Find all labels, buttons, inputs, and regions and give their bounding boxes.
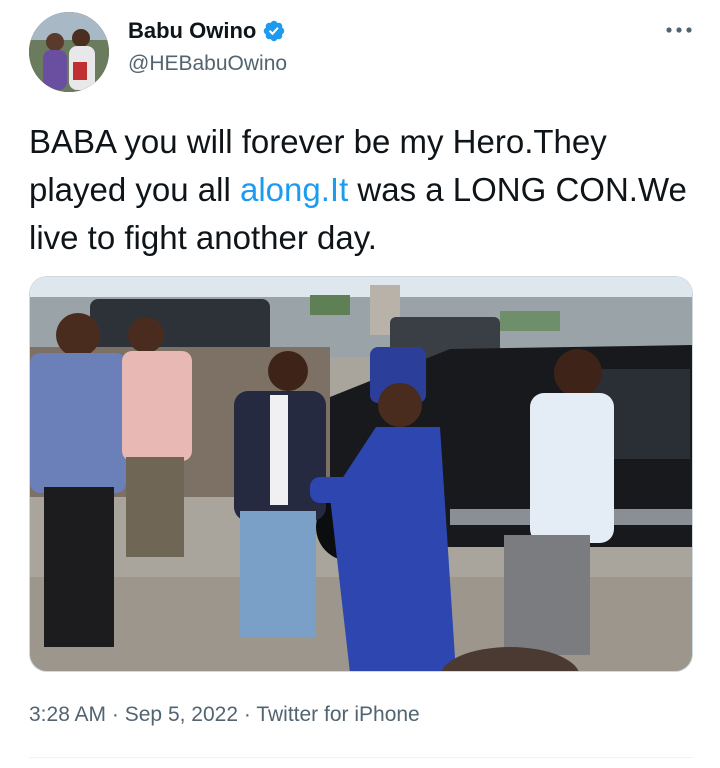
tweet-meta: 3:28 AM · Sep 5, 2022 · Twitter for iPho… <box>29 700 420 730</box>
tweet-link[interactable]: along.It <box>240 171 348 208</box>
meta-separator-2: · <box>243 703 251 726</box>
tweet: Babu Owino @HEBabuOwino BABA you will fo… <box>0 0 720 768</box>
author-display-name[interactable]: Babu Owino <box>128 16 256 46</box>
meta-separator-1: · <box>111 703 119 726</box>
author-name-row: Babu Owino <box>128 16 286 46</box>
tweet-photo[interactable] <box>29 276 693 672</box>
avatar[interactable] <box>29 12 109 92</box>
verified-badge-icon <box>262 19 286 43</box>
tweet-time[interactable]: 3:28 AM <box>29 703 106 726</box>
more-options-icon[interactable] <box>664 20 694 40</box>
tweet-source[interactable]: Twitter for iPhone <box>256 703 419 726</box>
divider <box>29 757 693 758</box>
tweet-text: BABA you will forever be my Hero.They pl… <box>29 118 699 262</box>
tweet-date[interactable]: Sep 5, 2022 <box>125 703 238 726</box>
author-handle[interactable]: @HEBabuOwino <box>128 50 287 78</box>
